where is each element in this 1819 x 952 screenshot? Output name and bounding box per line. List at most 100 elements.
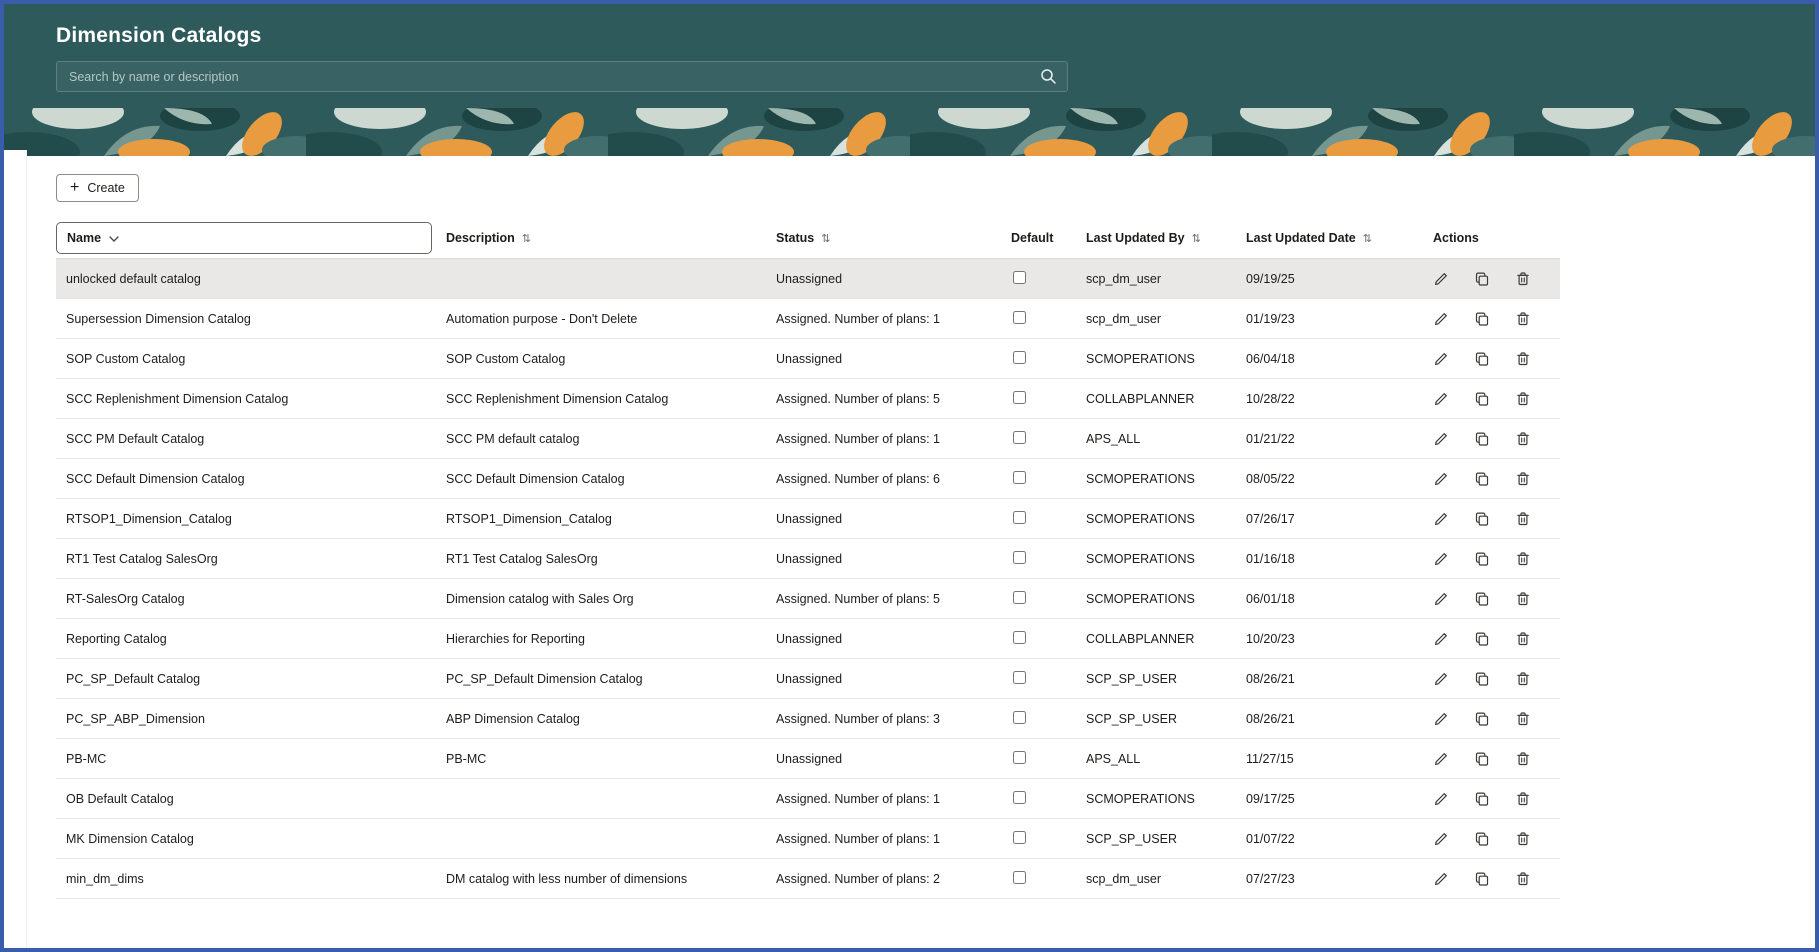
default-checkbox[interactable]: [1013, 870, 1026, 884]
table-row[interactable]: OB Default Catalog Assigned. Number of p…: [56, 779, 1560, 819]
table-row[interactable]: unlocked default catalog Unassigned scp_…: [56, 259, 1560, 299]
edit-button[interactable]: [1433, 591, 1449, 607]
last-updated-by-cell: SCP_SP_USER: [1086, 711, 1178, 726]
table-row[interactable]: Supersession Dimension Catalog Automatio…: [56, 299, 1560, 339]
duplicate-button[interactable]: [1474, 511, 1490, 527]
edit-button[interactable]: [1433, 311, 1449, 327]
table-row[interactable]: RT-SalesOrg Catalog Dimension catalog wi…: [56, 579, 1560, 619]
edit-button[interactable]: [1433, 711, 1449, 727]
edit-button[interactable]: [1433, 791, 1449, 807]
search-input[interactable]: [56, 61, 1068, 92]
last-updated-date-cell: 10/28/22: [1246, 391, 1295, 406]
table-row[interactable]: SCC PM Default Catalog SCC PM default ca…: [56, 419, 1560, 459]
duplicate-button[interactable]: [1474, 791, 1490, 807]
edit-button[interactable]: [1433, 751, 1449, 767]
duplicate-button[interactable]: [1474, 671, 1490, 687]
table-row[interactable]: min_dm_dims DM catalog with less number …: [56, 859, 1560, 899]
default-checkbox[interactable]: [1013, 630, 1026, 644]
status-cell: Unassigned: [776, 671, 843, 686]
delete-button[interactable]: [1515, 351, 1531, 367]
table-row[interactable]: SOP Custom Catalog SOP Custom Catalog Un…: [56, 339, 1560, 379]
edit-button[interactable]: [1433, 431, 1449, 447]
column-header-last-updated-by[interactable]: Last Updated By ⇅: [1076, 231, 1236, 245]
delete-button[interactable]: [1515, 431, 1531, 447]
column-header-name[interactable]: Name: [56, 222, 436, 254]
edit-button[interactable]: [1433, 351, 1449, 367]
default-checkbox[interactable]: [1013, 670, 1026, 684]
edit-button[interactable]: [1433, 391, 1449, 407]
default-checkbox[interactable]: [1013, 350, 1026, 364]
default-checkbox[interactable]: [1013, 270, 1026, 284]
delete-button[interactable]: [1515, 271, 1531, 287]
edit-button[interactable]: [1433, 631, 1449, 647]
edit-button[interactable]: [1433, 471, 1449, 487]
column-header-description[interactable]: Description ⇅: [436, 231, 766, 245]
table-row[interactable]: MK Dimension Catalog Assigned. Number of…: [56, 819, 1560, 859]
default-checkbox[interactable]: [1013, 430, 1026, 444]
duplicate-button[interactable]: [1474, 631, 1490, 647]
edit-button[interactable]: [1433, 831, 1449, 847]
table-row[interactable]: SCC Default Dimension Catalog SCC Defaul…: [56, 459, 1560, 499]
default-checkbox[interactable]: [1013, 790, 1026, 804]
delete-button[interactable]: [1515, 671, 1531, 687]
delete-button[interactable]: [1515, 871, 1531, 887]
delete-button[interactable]: [1515, 471, 1531, 487]
delete-button[interactable]: [1515, 391, 1531, 407]
delete-button[interactable]: [1515, 511, 1531, 527]
edit-button[interactable]: [1433, 551, 1449, 567]
edit-button[interactable]: [1433, 871, 1449, 887]
duplicate-button[interactable]: [1474, 471, 1490, 487]
default-cell: [1001, 470, 1076, 487]
search-icon[interactable]: [1040, 68, 1057, 90]
trash-icon: [1515, 791, 1531, 807]
edit-button[interactable]: [1433, 271, 1449, 287]
default-checkbox[interactable]: [1013, 470, 1026, 484]
duplicate-button[interactable]: [1474, 311, 1490, 327]
default-checkbox[interactable]: [1013, 590, 1026, 604]
table-row[interactable]: RTSOP1_Dimension_Catalog RTSOP1_Dimensio…: [56, 499, 1560, 539]
last-updated-date-cell: 01/19/23: [1246, 311, 1295, 326]
default-checkbox[interactable]: [1013, 510, 1026, 524]
delete-button[interactable]: [1515, 751, 1531, 767]
table-row[interactable]: PB-MC PB-MC Unassigned APS_ALL 11/27/15: [56, 739, 1560, 779]
delete-button[interactable]: [1515, 591, 1531, 607]
column-header-status[interactable]: Status ⇅: [766, 231, 1001, 245]
table-row[interactable]: RT1 Test Catalog SalesOrg RT1 Test Catal…: [56, 539, 1560, 579]
delete-button[interactable]: [1515, 791, 1531, 807]
table-row[interactable]: PC_SP_Default Catalog PC_SP_Default Dime…: [56, 659, 1560, 699]
delete-button[interactable]: [1515, 831, 1531, 847]
duplicate-button[interactable]: [1474, 871, 1490, 887]
duplicate-button[interactable]: [1474, 751, 1490, 767]
duplicate-button[interactable]: [1474, 711, 1490, 727]
default-checkbox[interactable]: [1013, 390, 1026, 404]
default-checkbox[interactable]: [1013, 830, 1026, 844]
duplicate-button[interactable]: [1474, 831, 1490, 847]
table-row[interactable]: Reporting Catalog Hierarchies for Report…: [56, 619, 1560, 659]
create-button[interactable]: + Create: [56, 174, 139, 202]
delete-button[interactable]: [1515, 631, 1531, 647]
duplicate-button[interactable]: [1474, 431, 1490, 447]
name-header-box[interactable]: Name: [56, 222, 432, 254]
sort-icon: ⇅: [1191, 232, 1201, 245]
table-row[interactable]: PC_SP_ABP_Dimension ABP Dimension Catalo…: [56, 699, 1560, 739]
column-header-last-updated-date[interactable]: Last Updated Date ⇅: [1236, 231, 1421, 245]
last-updated-by-cell: scp_dm_user: [1086, 871, 1162, 886]
default-checkbox[interactable]: [1013, 710, 1026, 724]
pencil-icon: [1433, 871, 1449, 887]
duplicate-button[interactable]: [1474, 551, 1490, 567]
copy-icon: [1474, 551, 1490, 567]
duplicate-button[interactable]: [1474, 271, 1490, 287]
delete-button[interactable]: [1515, 551, 1531, 567]
edit-button[interactable]: [1433, 671, 1449, 687]
duplicate-button[interactable]: [1474, 591, 1490, 607]
edit-button[interactable]: [1433, 511, 1449, 527]
chevron-down-icon: [109, 231, 119, 245]
delete-button[interactable]: [1515, 311, 1531, 327]
default-checkbox[interactable]: [1013, 310, 1026, 324]
default-checkbox[interactable]: [1013, 750, 1026, 764]
duplicate-button[interactable]: [1474, 351, 1490, 367]
duplicate-button[interactable]: [1474, 391, 1490, 407]
delete-button[interactable]: [1515, 711, 1531, 727]
default-checkbox[interactable]: [1013, 550, 1026, 564]
table-row[interactable]: SCC Replenishment Dimension Catalog SCC …: [56, 379, 1560, 419]
